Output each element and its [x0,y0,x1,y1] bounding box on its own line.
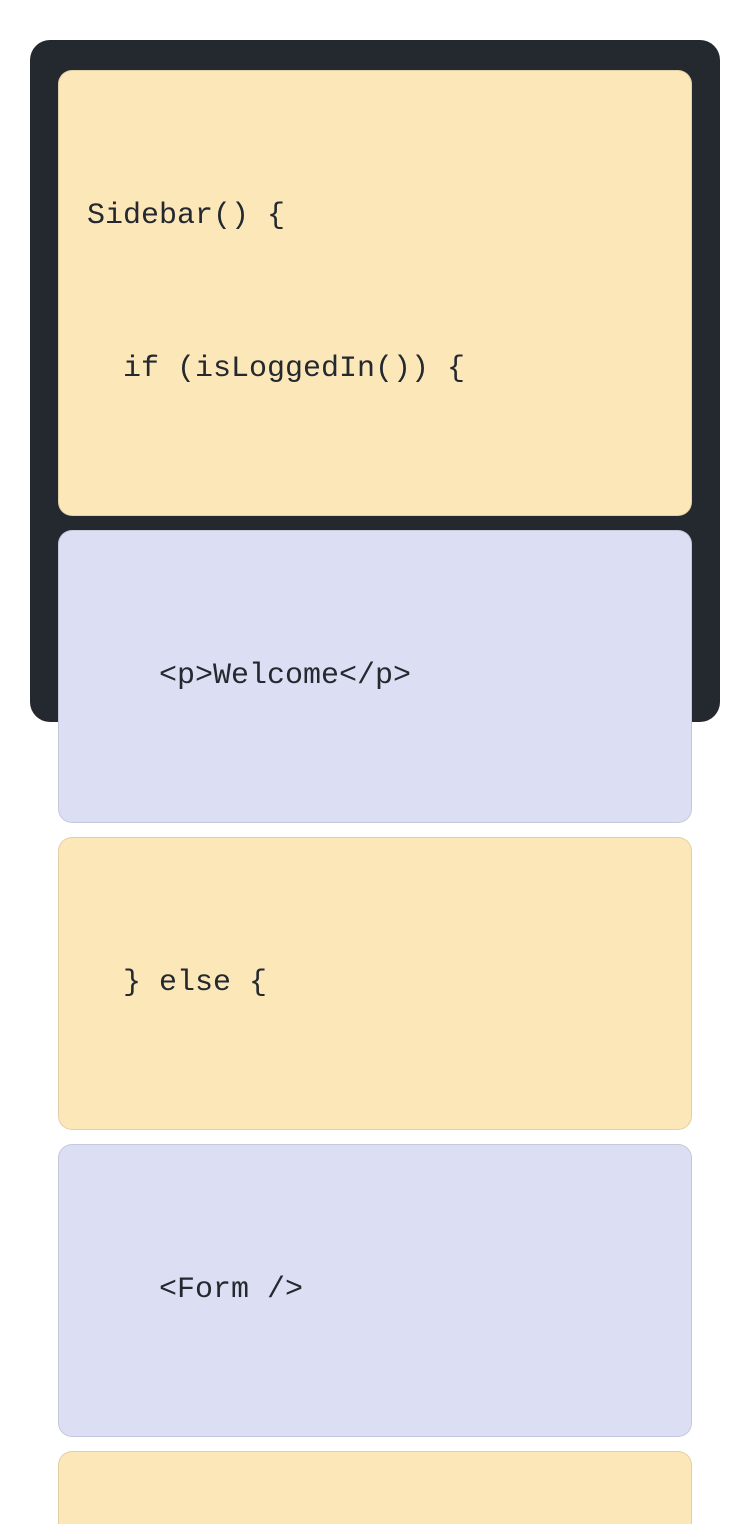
code-block-else: } else { [58,837,692,1130]
code-line: if (isLoggedIn()) { [87,344,663,395]
code-line: } else { [87,958,663,1009]
code-diagram-container: Sidebar() { if (isLoggedIn()) { <p>Welco… [30,40,720,722]
code-line: <p>Welcome</p> [87,651,663,702]
code-block-jsx-welcome: <p>Welcome</p> [58,530,692,823]
code-line: <Form /> [87,1265,663,1316]
code-block-close: } } [58,1451,692,1524]
code-block-jsx-form: <Form /> [58,1144,692,1437]
code-line: Sidebar() { [87,191,663,242]
code-block-function-open: Sidebar() { if (isLoggedIn()) { [58,70,692,516]
